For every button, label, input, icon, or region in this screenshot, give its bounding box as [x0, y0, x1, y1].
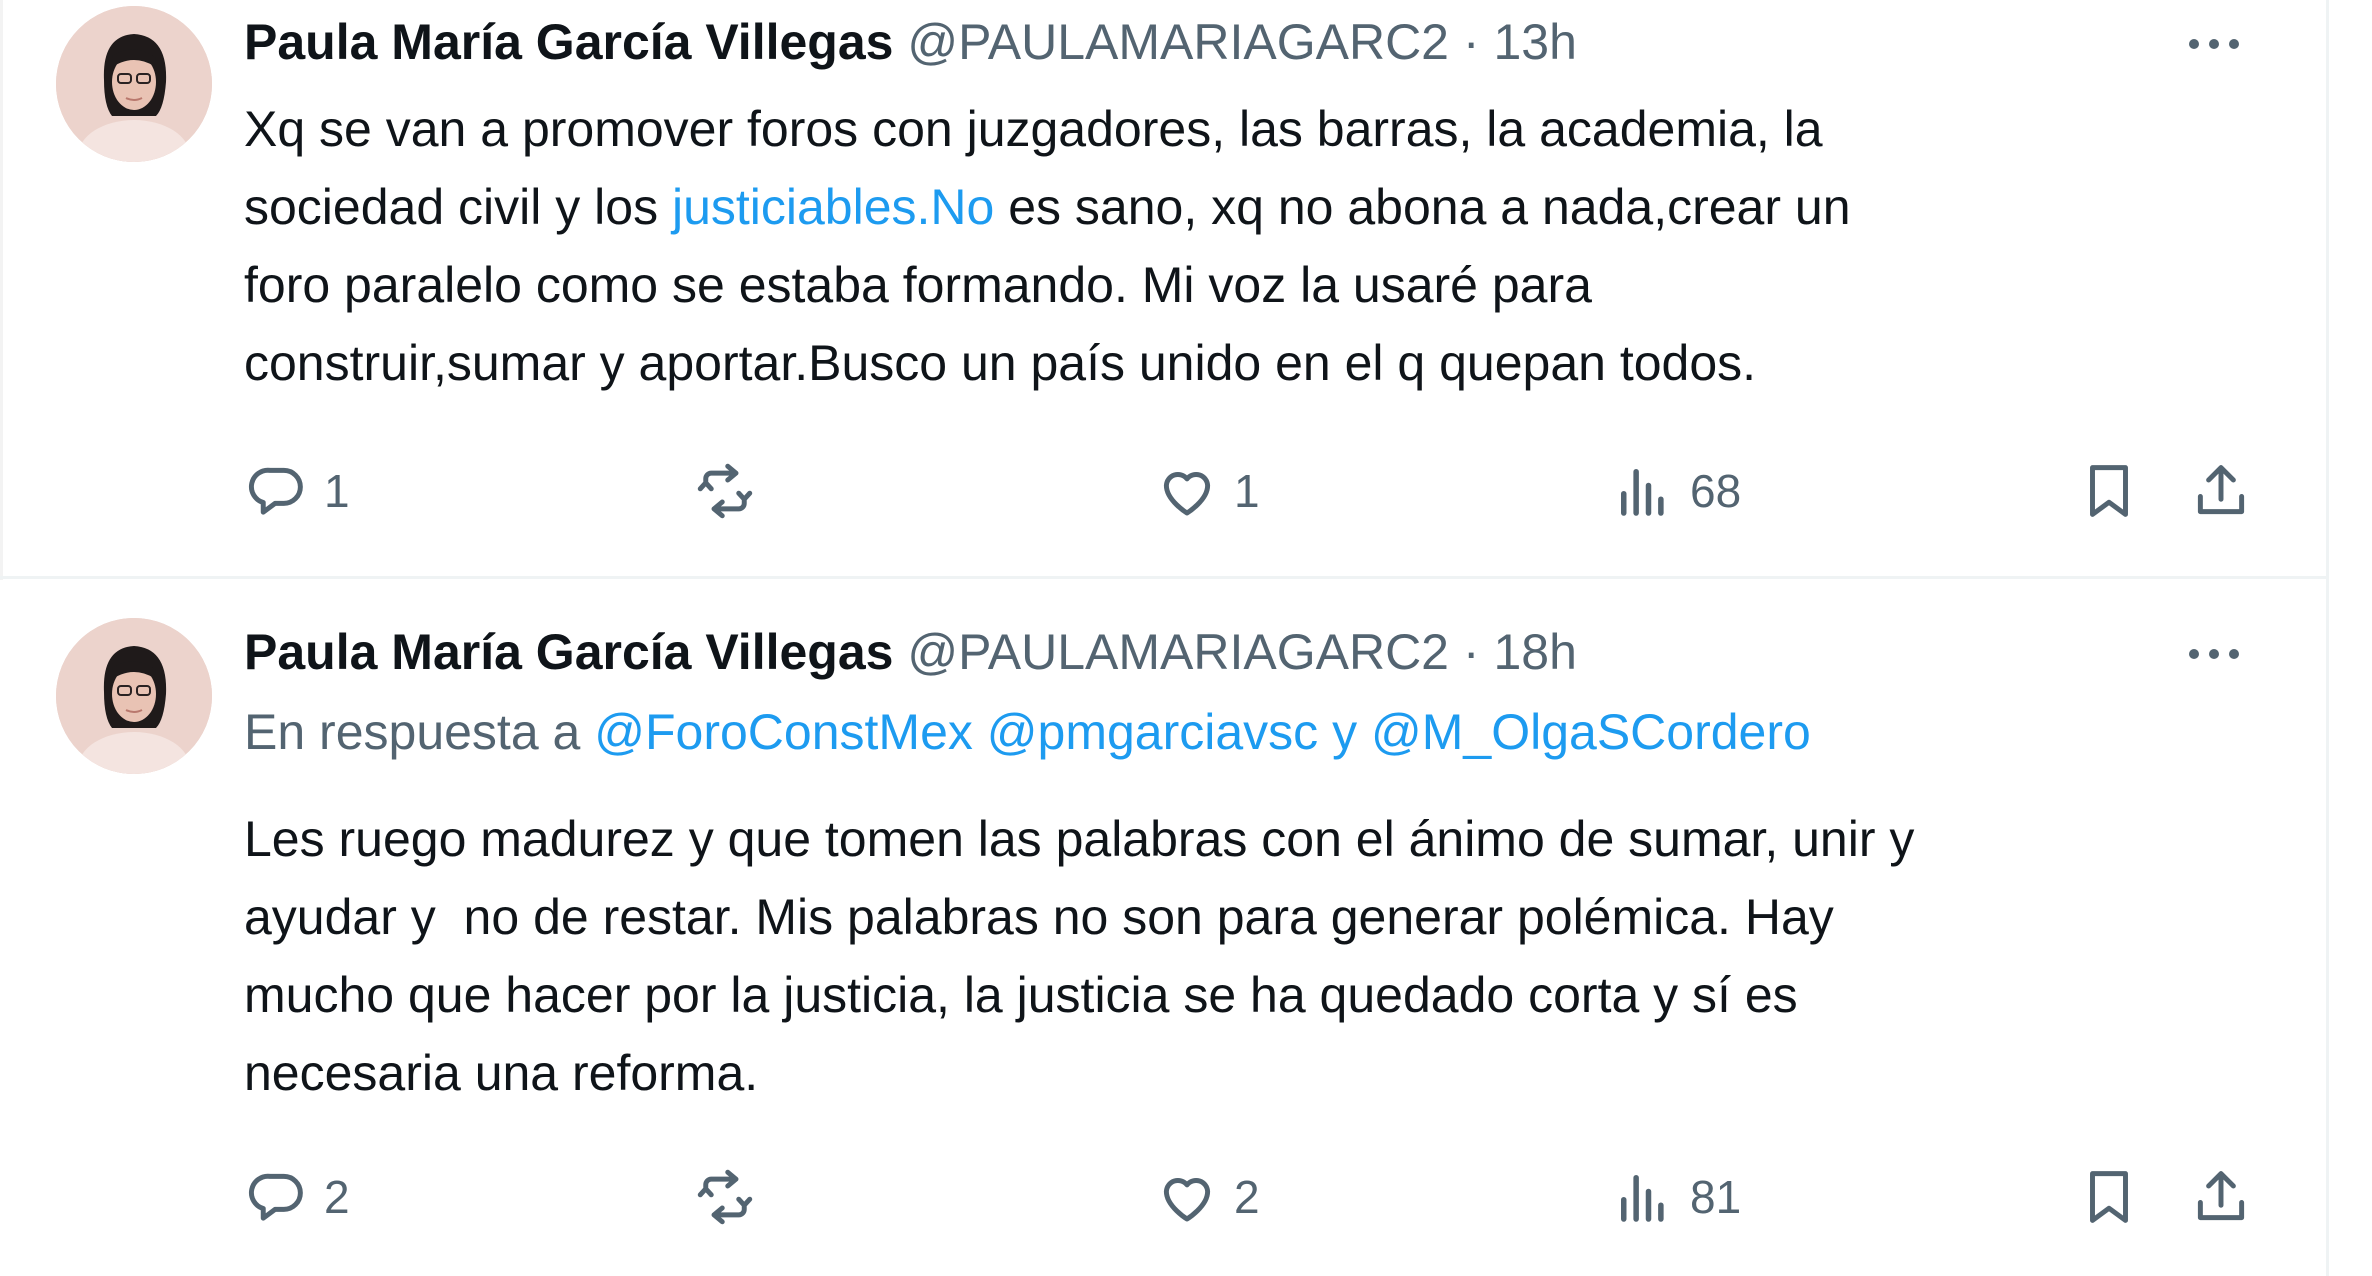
avatar[interactable]: [56, 6, 212, 162]
retweet-button[interactable]: [692, 456, 772, 526]
views-count: 68: [1690, 465, 1742, 517]
tweet-actions: 2 2 81: [244, 1162, 2264, 1232]
like-count: 2: [1234, 1171, 1260, 1223]
heart-icon: [1163, 1178, 1211, 1222]
tweet-header: Paula María García Villegas @PAULAMARIAG…: [244, 12, 1577, 72]
reply-icon: [249, 1173, 303, 1221]
tweet-text-line: mucho que hacer por la justicia, la just…: [244, 967, 1798, 1023]
tweet-text-line: construir,sumar y aportar.Busco un país …: [244, 335, 1757, 391]
tweet-text-line: foro paralelo como se estaba formando. M…: [244, 257, 1592, 313]
like-count: 1: [1234, 465, 1260, 517]
bookmark-icon: [2090, 465, 2128, 517]
more-icon[interactable]: [2182, 24, 2246, 64]
views-button[interactable]: 68: [1610, 456, 1741, 526]
reply-count: 2: [324, 1171, 350, 1223]
bookmark-icon: [2090, 1171, 2128, 1223]
views-count: 81: [1690, 1171, 1742, 1223]
tweet-text-line: Les ruego madurez y que tomen las palabr…: [244, 811, 1915, 867]
tweet-actions: 1 1 68: [244, 456, 2264, 526]
like-button[interactable]: 2: [1154, 1162, 1260, 1232]
share-button[interactable]: [2188, 456, 2254, 526]
author-name[interactable]: Paula María García Villegas: [244, 624, 893, 680]
share-icon: [2197, 1171, 2245, 1221]
views-button[interactable]: 81: [1610, 1162, 1741, 1232]
reply-button[interactable]: 2: [244, 1162, 350, 1232]
share-button[interactable]: [2188, 1162, 2254, 1232]
like-button[interactable]: 1: [1154, 456, 1260, 526]
share-icon: [2197, 465, 2245, 515]
tweet-timestamp[interactable]: 18h: [1493, 624, 1576, 680]
reply-icon: [249, 467, 303, 515]
tweet-text-line: sociedad civil y los justiciables.No es …: [244, 168, 2284, 246]
reply-context: En respuesta a @ForoConstMex @pmgarciavs…: [244, 702, 1811, 762]
more-icon[interactable]: [2182, 634, 2246, 674]
tweet-text-line: necesaria una reforma.: [244, 1045, 759, 1101]
author-handle[interactable]: @PAULAMARIAGARC2: [907, 624, 1449, 680]
tweet[interactable]: Paula María García Villegas @PAULAMARIAG…: [0, 582, 2326, 1276]
tweet-text: Les ruego madurez y que tomen las palabr…: [244, 800, 2284, 1112]
mention-link[interactable]: @ForoConstMex: [594, 704, 973, 760]
tweet-text-line: Xq se van a promover foros con juzgadore…: [244, 101, 1823, 157]
tweet-divider: [0, 576, 2326, 579]
views-icon: [1621, 1175, 1664, 1222]
reply-conjunction: y: [1318, 704, 1371, 760]
heart-icon: [1163, 472, 1211, 516]
mention-link[interactable]: @pmgarciavsc: [987, 704, 1318, 760]
separator-dot: ·: [1462, 14, 1480, 70]
avatar[interactable]: [56, 618, 212, 774]
views-icon: [1621, 469, 1664, 516]
reply-prefix: En respuesta a: [244, 704, 595, 760]
separator-dot: ·: [1462, 624, 1480, 680]
reply-button[interactable]: 1: [244, 456, 350, 526]
inline-link[interactable]: justiciables.No: [672, 179, 994, 235]
right-divider: [2326, 0, 2329, 1276]
bookmark-button[interactable]: [2076, 456, 2142, 526]
tweet-text-line: ayudar y no de restar. Mis palabras no s…: [244, 889, 1834, 945]
reply-count: 1: [324, 465, 350, 517]
tweet-timestamp[interactable]: 13h: [1493, 14, 1576, 70]
tweet-header: Paula María García Villegas @PAULAMARIAG…: [244, 622, 1577, 682]
mention-link[interactable]: @M_OlgaSCordero: [1371, 704, 1811, 760]
author-name[interactable]: Paula María García Villegas: [244, 14, 893, 70]
retweet-icon: [697, 1169, 753, 1225]
retweet-button[interactable]: [692, 1162, 772, 1232]
tweet-text-segment: es sano, xq no abona a nada,crear un: [994, 179, 1851, 235]
author-handle[interactable]: @PAULAMARIAGARC2: [907, 14, 1449, 70]
tweet-text: Xq se van a promover foros con juzgadore…: [244, 90, 2284, 402]
retweet-icon: [697, 463, 753, 519]
tweet[interactable]: Paula María García Villegas @PAULAMARIAG…: [0, 0, 2326, 578]
tweet-text-segment: sociedad civil y los: [244, 179, 672, 235]
bookmark-button[interactable]: [2076, 1162, 2142, 1232]
